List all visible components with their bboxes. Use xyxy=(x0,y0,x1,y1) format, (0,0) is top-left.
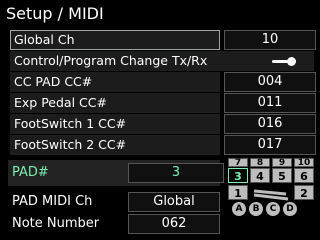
footswitch-1-cc-value[interactable]: 016 xyxy=(224,114,316,134)
cc-pad-c[interactable]: C xyxy=(266,202,280,216)
pad-3[interactable]: 3 xyxy=(228,168,248,183)
control-program-change-toggle[interactable] xyxy=(272,57,296,66)
exp-pedal-cc-label: Exp Pedal CC# xyxy=(14,95,107,110)
global-ch-value[interactable]: 10 xyxy=(224,30,316,50)
pad-10[interactable]: 10 xyxy=(294,158,314,168)
pad-7[interactable]: 7 xyxy=(228,158,248,168)
footswitch-1-cc-label: FootSwitch 1 CC# xyxy=(14,116,127,131)
pad-4[interactable]: 4 xyxy=(250,168,270,183)
pad-1[interactable]: 1 xyxy=(228,185,248,200)
global-ch-label: Global Ch xyxy=(14,32,75,47)
pad-9[interactable]: 9 xyxy=(272,158,292,168)
pad-6[interactable]: 6 xyxy=(294,168,314,183)
footswitch-2-cc-row[interactable]: FootSwitch 2 CC# 017 xyxy=(10,135,316,155)
pad-number-row[interactable]: PAD# 3 xyxy=(8,160,224,186)
note-number-label: Note Number xyxy=(12,216,100,231)
footswitch-2-cc-label: FootSwitch 2 CC# xyxy=(14,137,127,152)
cc-pad-d[interactable]: D xyxy=(283,202,297,216)
footswitch-2-cc-value[interactable]: 017 xyxy=(224,135,316,155)
page-title: Setup / MIDI xyxy=(6,4,104,23)
cc-pad-cc-value[interactable]: 004 xyxy=(224,72,316,92)
pad-number-label: PAD# xyxy=(12,165,49,180)
cc-pad-a[interactable]: A xyxy=(232,202,246,216)
expression-pedal-icon xyxy=(253,189,289,201)
exp-pedal-cc-value[interactable]: 011 xyxy=(224,93,316,113)
global-ch-row[interactable]: Global Ch 10 xyxy=(10,30,316,50)
cc-pad-cc-label: CC PAD CC# xyxy=(14,74,93,89)
pad-midi-ch-value[interactable]: Global xyxy=(128,192,220,212)
pad-number-value[interactable]: 3 xyxy=(128,163,224,183)
footswitch-1-cc-row[interactable]: FootSwitch 1 CC# 016 xyxy=(10,114,316,134)
pad-8[interactable]: 8 xyxy=(250,158,270,168)
pad-5[interactable]: 5 xyxy=(272,168,292,183)
pad-2[interactable]: 2 xyxy=(294,185,314,200)
control-program-change-label: Control/Program Change Tx/Rx xyxy=(14,53,208,68)
cc-pad-b[interactable]: B xyxy=(249,202,263,216)
control-program-change-row[interactable]: Control/Program Change Tx/Rx xyxy=(10,51,314,71)
note-number-value[interactable]: 062 xyxy=(128,214,220,234)
cc-pad-cc-row[interactable]: CC PAD CC# 004 xyxy=(10,72,316,92)
pad-midi-ch-label: PAD MIDI Ch xyxy=(12,194,93,209)
exp-pedal-cc-row[interactable]: Exp Pedal CC# 011 xyxy=(10,93,316,113)
